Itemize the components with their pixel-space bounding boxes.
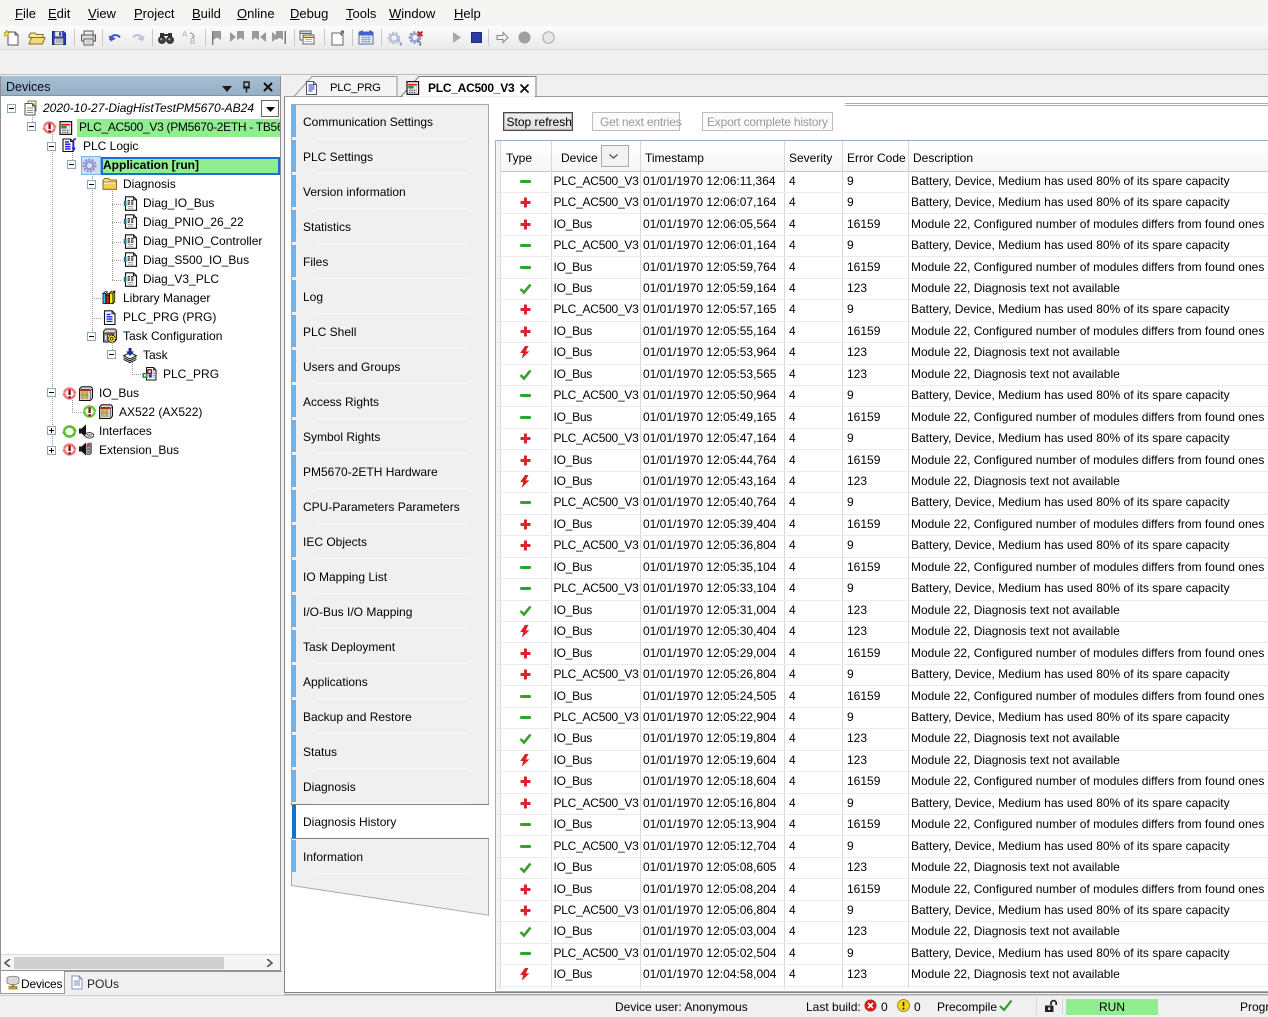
svg-text:B: B <box>190 37 195 45</box>
svg-text:A: A <box>182 30 188 39</box>
